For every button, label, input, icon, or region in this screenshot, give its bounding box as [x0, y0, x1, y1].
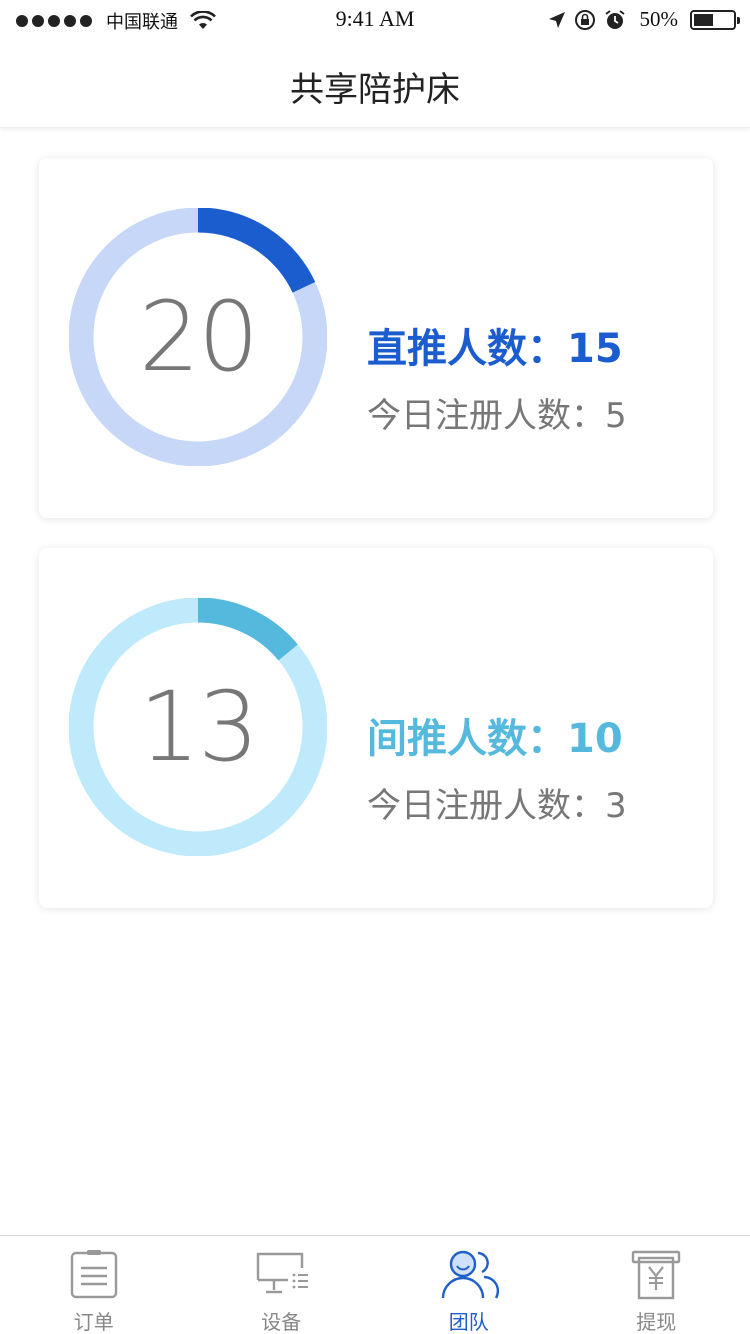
tab-label: 设备: [261, 1310, 302, 1334]
tab-team[interactable]: 团队: [375, 1236, 563, 1334]
total-count-number: 20: [138, 281, 259, 393]
indirect-referral-count: 间推人数：10: [367, 716, 623, 762]
team-people-icon: [441, 1250, 499, 1299]
tab-withdraw[interactable]: 提现: [563, 1236, 750, 1334]
tab-orders[interactable]: 订单: [0, 1236, 188, 1334]
status-right: 50%: [548, 7, 740, 32]
order-list-icon: [70, 1250, 117, 1299]
navigation-header: 共享陪护床: [0, 40, 750, 128]
tab-label: 订单: [73, 1310, 114, 1334]
today-registered-count: 今日注册人数：3: [367, 786, 627, 826]
page-title: 共享陪护床: [290, 70, 460, 110]
status-bar: 中国联通 9:41 AM 50%: [0, 0, 750, 40]
bottom-tab-bar: 订单 设备 团队 提现: [0, 1235, 750, 1334]
direct-referral-card[interactable]: 20 直推人数：15 今日注册人数：5: [39, 158, 713, 518]
location-arrow-icon: [548, 11, 565, 28]
battery-icon: [690, 9, 740, 30]
withdraw-yuan-icon: [632, 1250, 681, 1300]
battery-level-fill: [694, 13, 713, 26]
total-count-number: 13: [138, 671, 259, 783]
rotation-lock-icon: [574, 9, 595, 30]
direct-referral-count: 直推人数：15: [367, 326, 623, 372]
today-registered-count: 今日注册人数：5: [367, 396, 627, 436]
tab-label: 提现: [636, 1310, 677, 1334]
tab-label: 团队: [448, 1310, 489, 1334]
app-screen: 中国联通 9:41 AM 50% 共享陪护床 20 直推人数：15 今日注册人数…: [0, 0, 750, 1334]
alarm-clock-icon: [604, 9, 625, 29]
device-monitor-icon: [257, 1252, 309, 1294]
indirect-referral-card[interactable]: 13 间推人数：10 今日注册人数：3: [39, 548, 713, 908]
tab-devices[interactable]: 设备: [188, 1236, 376, 1334]
battery-percentage: 50%: [639, 7, 679, 31]
